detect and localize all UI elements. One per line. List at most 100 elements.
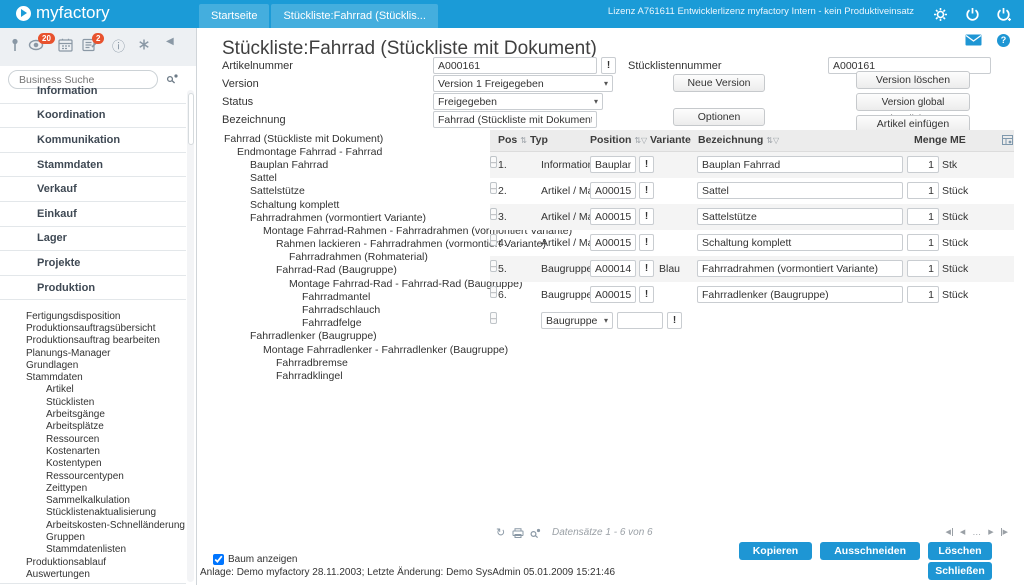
logout-icon[interactable] [965, 7, 980, 22]
sidebar-menu-item[interactable]: Kommunikation [0, 128, 186, 153]
production-tree-item[interactable]: ▷ Stücklisten [0, 396, 186, 408]
version-loeschen-button[interactable]: Version löschen [856, 71, 970, 89]
bom-tree-node[interactable]: T Fahrradmantel [214, 290, 486, 303]
row-bezeichnung-input[interactable] [697, 156, 903, 173]
production-tree-item[interactable]: ▷ Planungs-Manager [0, 347, 186, 359]
sidebar-menu-item[interactable]: Verkauf [0, 177, 186, 202]
favorites-icon[interactable] [138, 38, 150, 51]
col-bezeichnung[interactable]: Bezeichnung ⇅▽ [698, 134, 779, 146]
bom-tree-node[interactable]: T Fahrradfelge [214, 317, 486, 330]
production-tree-item[interactable]: ▷ Kostenarten [0, 445, 186, 457]
production-tree-item[interactable]: ▷ Produktionsablauf [0, 556, 186, 568]
last-page-icon[interactable]: ▶ [1001, 528, 1008, 536]
bom-tree-node[interactable]: T Endmontage Fahrrad - Fahrrad [214, 145, 486, 158]
col-me[interactable]: ME [950, 134, 966, 146]
sidebar-menu-item[interactable]: Information [0, 86, 186, 104]
production-tree-item[interactable]: ▷ Arbeitsgänge [0, 408, 186, 420]
sort-icon[interactable]: ⇅ [766, 136, 773, 145]
row-menu-button[interactable]: – [490, 234, 497, 246]
artikelnummer-lookup-button[interactable]: ! [601, 57, 616, 74]
table-options-icon[interactable] [1002, 135, 1013, 145]
bom-tree-node[interactable]: T Fahrradlenker (Baugruppe) [214, 330, 486, 343]
calendar-icon[interactable] [58, 38, 73, 52]
production-tree-item[interactable]: ▷ Zeittypen [0, 482, 186, 494]
row-lookup-button[interactable]: ! [639, 182, 654, 199]
first-page-icon[interactable]: ◀ [945, 528, 952, 536]
bom-tree-node[interactable]: T Rahmen lackieren - Fahrradrahmen (vorm… [214, 238, 486, 251]
schliessen-button[interactable]: Schließen [928, 562, 992, 580]
col-variante[interactable]: Variante [650, 134, 691, 146]
mail-icon[interactable] [965, 34, 982, 46]
bom-tree-node[interactable]: T Fahrradklingel [214, 369, 486, 382]
production-tree-item[interactable]: ▷ Arbeitsplätze [0, 421, 186, 433]
sidebar-menu-item[interactable]: Stammdaten [0, 153, 186, 178]
row-menge-input[interactable] [907, 156, 939, 173]
col-position[interactable]: Position ⇅▽ [590, 134, 647, 146]
bom-tree-node[interactable]: T Fahrradbremse [214, 356, 486, 369]
production-tree-item[interactable]: ▷ Grundlagen [0, 359, 186, 371]
row-menge-input[interactable] [907, 286, 939, 303]
bom-tree-node[interactable]: T Fahrradrahmen (Rohmaterial) [214, 251, 486, 264]
row-menu-button[interactable]: – [490, 260, 497, 272]
kopieren-button[interactable]: Kopieren [739, 542, 813, 560]
bezeichnung-input[interactable] [433, 111, 597, 128]
sidebar-menu-item[interactable]: Projekte [0, 251, 186, 276]
row-bezeichnung-input[interactable] [697, 208, 903, 225]
bom-tree-node[interactable]: T Bauplan Fahrrad [214, 158, 486, 171]
production-tree-item[interactable]: ▷ Fertigungsdisposition [0, 310, 186, 322]
filter-icon[interactable]: ▽ [641, 136, 647, 145]
production-tree-item[interactable]: ▷ Produktionsauftragsübersicht [0, 322, 186, 334]
row-menu-button[interactable]: – [490, 286, 497, 298]
row-menu-button[interactable]: – [490, 156, 497, 168]
col-menge[interactable]: Menge [914, 134, 947, 146]
tab[interactable]: Startseite [199, 4, 269, 28]
bom-tree-node[interactable]: T Fahrradschlauch [214, 303, 486, 316]
production-tree-item[interactable]: ▷ Stücklistenaktualisierung [0, 507, 186, 519]
settings-gear-icon[interactable] [933, 7, 948, 22]
bom-tree-node[interactable]: T Schaltung komplett [214, 198, 486, 211]
production-tree-item[interactable]: ▷ Artikel [0, 384, 186, 396]
filter-icon[interactable]: ▽ [773, 136, 779, 145]
production-tree-item[interactable]: ▷ Ressourcen [0, 433, 186, 445]
tab[interactable]: Stückliste:Fahrrad (Stücklis... [271, 4, 437, 28]
bom-tree-node[interactable]: T Montage Fahrrad-Rad - Fahrrad-Rad (Bau… [214, 277, 486, 290]
production-tree-item[interactable]: ▷ Auswertungen [0, 568, 186, 580]
row-menge-input[interactable] [907, 260, 939, 277]
production-tree-item[interactable]: ▷ Stammdatenlisten [0, 544, 186, 556]
sidebar-scrollbar[interactable] [187, 90, 194, 582]
new-row-lookup-button[interactable]: ! [667, 312, 682, 329]
neue-version-button[interactable]: Neue Version [673, 74, 765, 92]
row-position-input[interactable] [590, 208, 636, 225]
row-bezeichnung-input[interactable] [697, 286, 903, 303]
baum-anzeigen-checkbox[interactable] [213, 554, 224, 565]
row-lookup-button[interactable]: ! [639, 208, 654, 225]
row-menge-input[interactable] [907, 182, 939, 199]
search-options-icon[interactable] [166, 73, 179, 84]
row-menu-button[interactable]: – [490, 182, 497, 194]
pin-icon[interactable] [10, 38, 20, 52]
new-row-typ-select[interactable]: Baugruppe [541, 312, 613, 329]
row-position-input[interactable] [590, 234, 636, 251]
new-row-position-input[interactable] [617, 312, 663, 329]
row-menge-input[interactable] [907, 234, 939, 251]
myfactory-logo[interactable]: myfactory [16, 3, 110, 23]
sidebar-menu-item[interactable]: Koordination [0, 104, 186, 129]
bom-tree-node[interactable]: T Montage Fahrrad-Rahmen - Fahrradrahmen… [214, 224, 486, 237]
sidebar-menu-item[interactable]: Lager [0, 227, 186, 252]
row-menge-input[interactable] [907, 208, 939, 225]
production-tree-item[interactable]: ▷ Kostentypen [0, 458, 186, 470]
bom-tree-node[interactable]: T Montage Fahrradlenker - Fahrradlenker … [214, 343, 486, 356]
sort-icon[interactable]: ⇅ [520, 136, 527, 145]
sidebar-menu-item[interactable]: Einkauf [0, 202, 186, 227]
col-pos[interactable]: Pos ⇅ [498, 134, 527, 146]
row-bezeichnung-input[interactable] [697, 234, 903, 251]
info-icon[interactable]: ⓘ [112, 36, 125, 55]
col-typ[interactable]: Typ [530, 134, 548, 146]
help-icon[interactable]: ? [997, 34, 1010, 47]
ausschneiden-button[interactable]: Ausschneiden [820, 542, 920, 560]
bom-tree-node[interactable]: T Fahrrad-Rad (Baugruppe) [214, 264, 486, 277]
row-position-input[interactable] [590, 156, 636, 173]
bom-tree-node[interactable]: T Fahrradrahmen (vormontiert Variante) [214, 211, 486, 224]
row-bezeichnung-input[interactable] [697, 182, 903, 199]
row-position-input[interactable] [590, 182, 636, 199]
